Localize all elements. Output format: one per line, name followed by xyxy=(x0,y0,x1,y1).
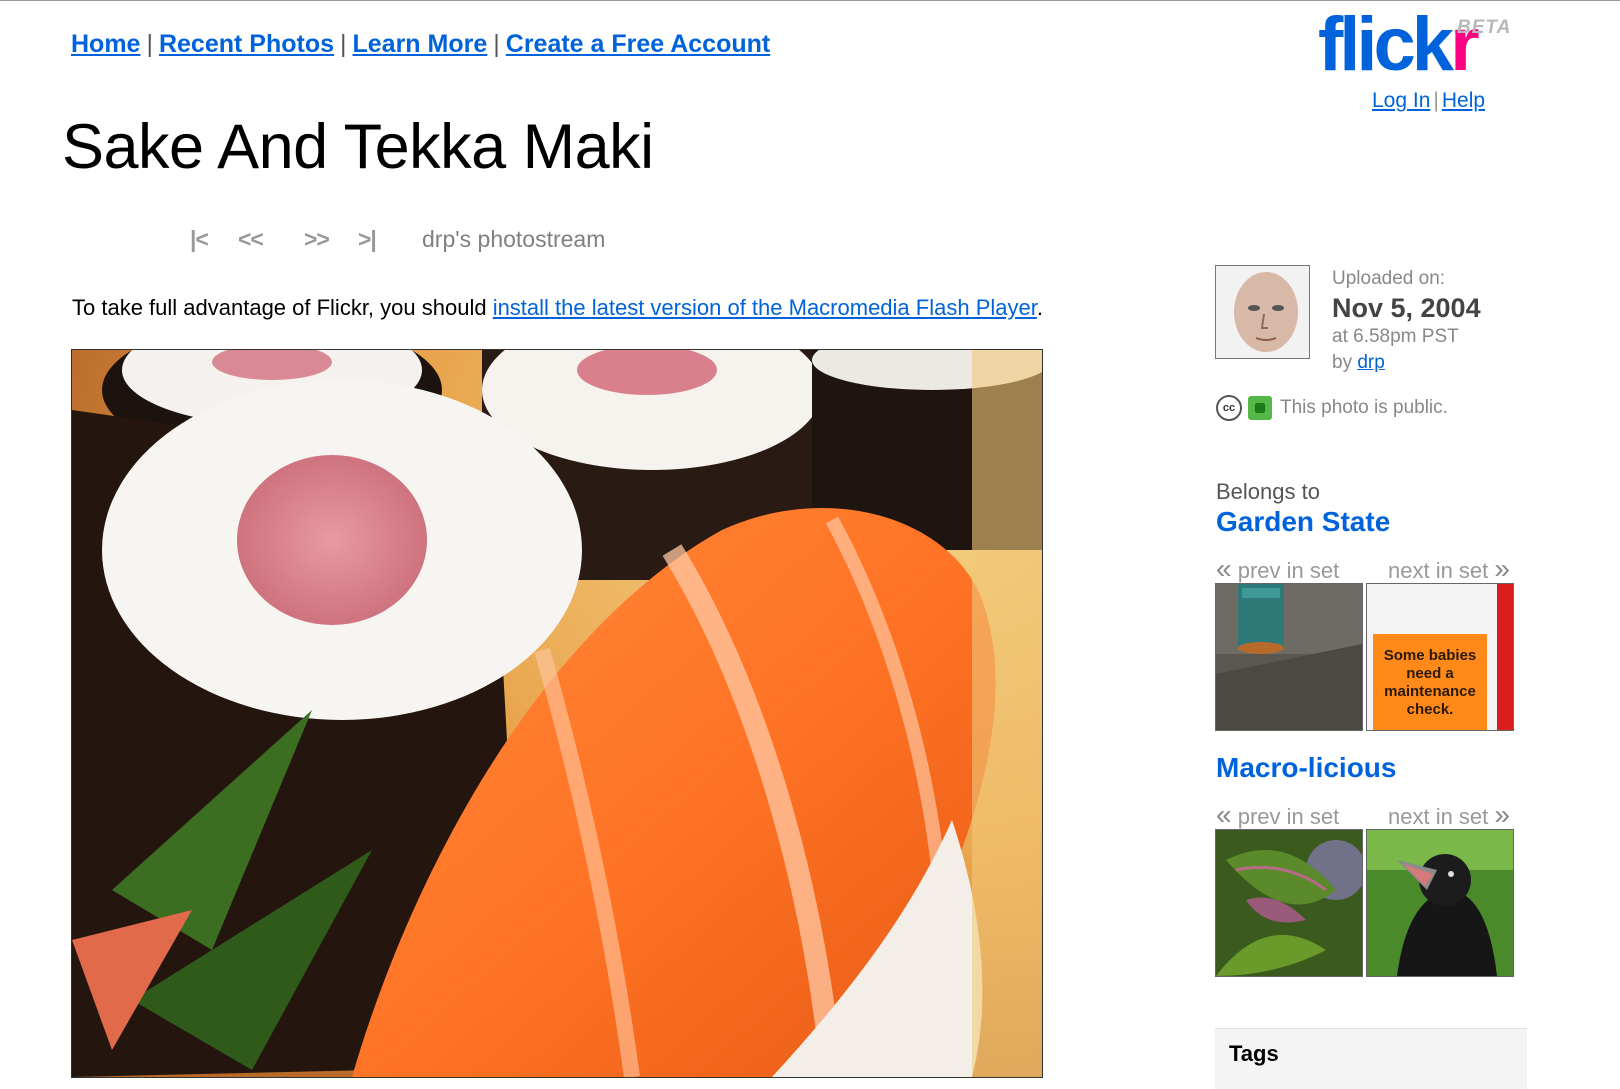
set-link-garden-state[interactable]: Garden State xyxy=(1216,506,1390,538)
sign-text: maintenance xyxy=(1384,683,1476,700)
first-photo-button[interactable]: |< xyxy=(190,226,238,253)
set-nav-garden-state: « prev in set next in set » xyxy=(1216,553,1516,585)
sign-text: Some babies xyxy=(1384,647,1477,664)
login-link[interactable]: Log In xyxy=(1372,89,1430,112)
help-link[interactable]: Help xyxy=(1442,89,1485,112)
flash-install-link[interactable]: install the latest version of the Macrom… xyxy=(493,295,1037,320)
nav-learn-more-link[interactable]: Learn More xyxy=(353,30,488,58)
thumb-image xyxy=(1216,830,1362,976)
prev-in-set-link[interactable]: « prev in set xyxy=(1216,799,1339,830)
flash-notice-text: To take full advantage of Flickr, you sh… xyxy=(72,295,493,320)
thumb-image: Some babies need a maintenance check. xyxy=(1367,584,1513,730)
avatar-image xyxy=(1216,266,1309,358)
user-links-separator: | xyxy=(1433,89,1439,112)
top-nav: Home | Recent Photos | Learn More | Create a F… xyxy=(71,30,770,59)
prev-photo-button[interactable]: << xyxy=(238,226,304,253)
photostream-link[interactable]: drp's photostream xyxy=(422,226,605,253)
uploaded-on-label: Uploaded on: xyxy=(1332,268,1446,289)
privacy-text: This photo is public. xyxy=(1280,397,1448,419)
set-link-macro-licious[interactable]: Macro-licious xyxy=(1216,752,1396,784)
prev-in-set-link[interactable]: « prev in set xyxy=(1216,553,1339,584)
photo-title: Sake And Tekka Maki xyxy=(62,112,654,182)
nav-separator: | xyxy=(146,30,153,58)
upload-info: Uploaded on: Nov 5, 2004 at 6.58pm PST b… xyxy=(1332,266,1481,376)
nav-separator: | xyxy=(340,30,347,58)
flash-notice-end: . xyxy=(1036,295,1043,320)
main-photo[interactable] xyxy=(71,349,1043,1078)
creative-commons-icon[interactable]: cc xyxy=(1216,395,1242,421)
thumb-image xyxy=(1367,830,1513,976)
uploader-avatar[interactable] xyxy=(1215,265,1310,359)
user-links: Log In | Help xyxy=(1372,89,1485,113)
uploader-link[interactable]: drp xyxy=(1357,352,1384,373)
tags-heading: Tags xyxy=(1229,1041,1279,1066)
nav-recent-photos-link[interactable]: Recent Photos xyxy=(159,30,334,58)
photo-nav: |< << >> >| drp's photostream xyxy=(190,226,605,253)
sign-text: need a xyxy=(1406,665,1454,682)
set-nav-macro-licious: « prev in set next in set » xyxy=(1216,799,1516,831)
next-in-set-link[interactable]: next in set » xyxy=(1388,799,1510,831)
sign-text: check. xyxy=(1407,701,1454,718)
nav-create-account-link[interactable]: Create a Free Account xyxy=(506,30,770,58)
flickr-logo[interactable]: flickr BETA xyxy=(1318,2,1518,87)
thumb-prev-macro-licious[interactable] xyxy=(1215,829,1363,977)
thumb-prev-garden-state[interactable] xyxy=(1215,583,1363,731)
logo-beta-label: BETA xyxy=(1457,17,1512,38)
next-in-set-link[interactable]: next in set » xyxy=(1388,553,1510,585)
nav-home-link[interactable]: Home xyxy=(71,30,140,58)
logo-wordmark: flickr xyxy=(1318,2,1480,87)
public-icon xyxy=(1248,396,1272,420)
uploaded-by: by drp xyxy=(1332,352,1385,373)
nav-separator: | xyxy=(493,30,500,58)
belongs-to-label: Belongs to xyxy=(1216,479,1320,504)
flash-notice: To take full advantage of Flickr, you sh… xyxy=(72,295,1043,321)
last-photo-button[interactable]: >| xyxy=(358,226,422,253)
thumb-next-macro-licious[interactable] xyxy=(1366,829,1514,977)
next-photo-button[interactable]: >> xyxy=(304,226,358,253)
privacy-status: cc This photo is public. xyxy=(1216,395,1448,421)
thumb-next-garden-state[interactable]: Some babies need a maintenance check. xyxy=(1366,583,1514,731)
sushi-image xyxy=(72,350,1042,1077)
upload-date: Nov 5, 2004 xyxy=(1332,293,1481,323)
upload-time: at 6.58pm PST xyxy=(1332,326,1459,347)
thumb-image xyxy=(1216,584,1362,730)
